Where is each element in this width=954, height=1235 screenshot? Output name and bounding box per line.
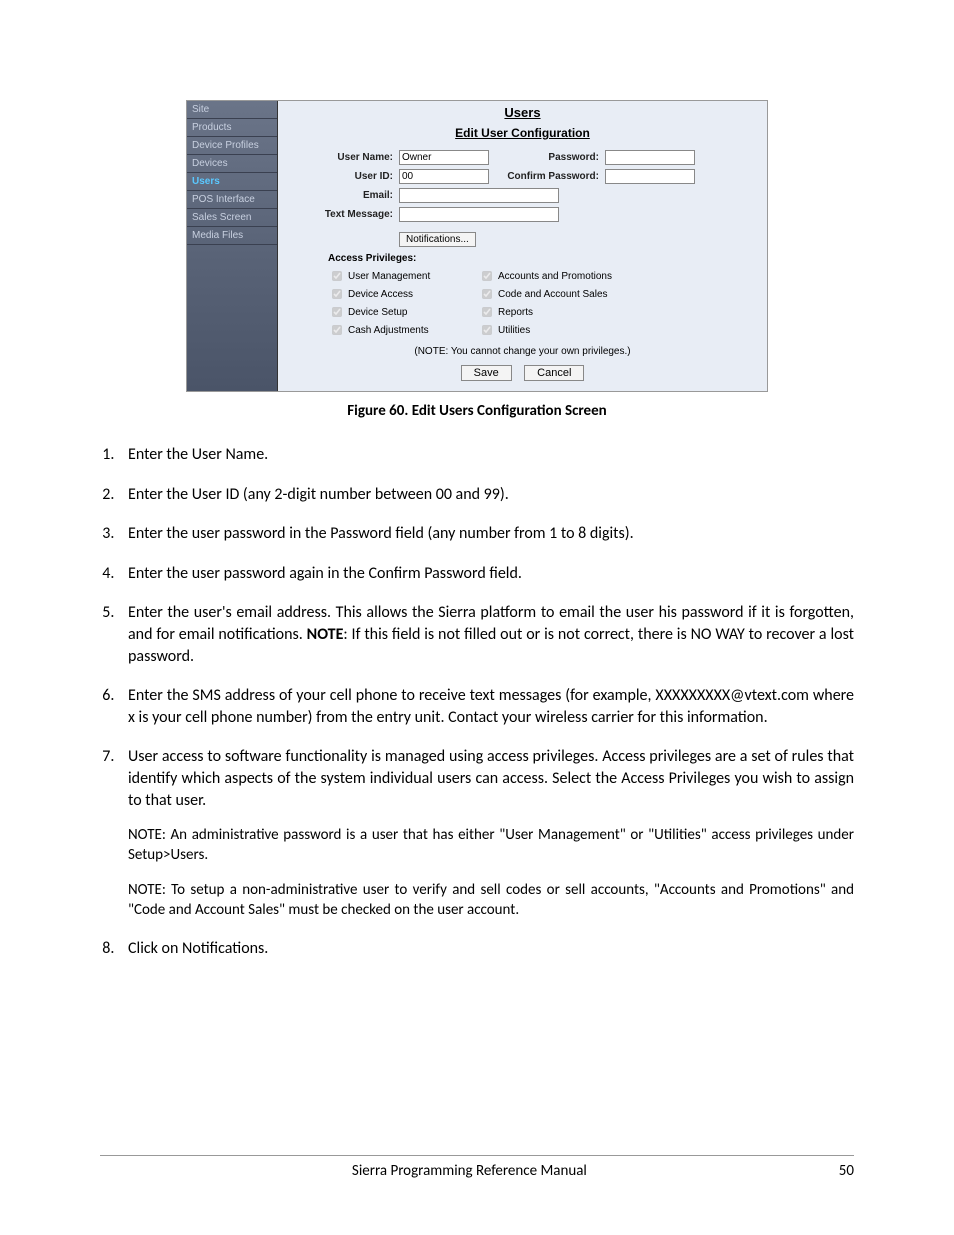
sidebar-item-devices[interactable]: Devices — [187, 155, 277, 173]
userid-field[interactable] — [399, 169, 489, 184]
label-password: Password: — [489, 152, 605, 163]
priv-utilities[interactable] — [482, 325, 492, 335]
priv-device-setup[interactable] — [332, 307, 342, 317]
pane-subtitle: Edit User Configuration — [288, 126, 757, 140]
step-4: Enter the user password again in the Con… — [118, 563, 854, 585]
priv-label: Device Setup — [348, 307, 407, 318]
priv-label: Utilities — [498, 325, 530, 336]
step-7: User access to software functionality is… — [118, 746, 854, 920]
cancel-button[interactable]: Cancel — [524, 365, 584, 381]
priv-label: Device Access — [348, 289, 413, 300]
label-userid: User ID: — [288, 171, 399, 182]
sidebar-item-device-profiles[interactable]: Device Profiles — [187, 137, 277, 155]
priv-label: Code and Account Sales — [498, 289, 608, 300]
label-email: Email: — [288, 190, 399, 201]
footer-page-number: 50 — [839, 1162, 854, 1180]
step-3: Enter the user password in the Password … — [118, 523, 854, 545]
priv-reports[interactable] — [482, 307, 492, 317]
priv-code-account-sales[interactable] — [482, 289, 492, 299]
access-privileges-label: Access Privileges: — [328, 253, 757, 264]
label-confirm-password: Confirm Password: — [489, 171, 605, 182]
sidebar-item-sales-screen[interactable]: Sales Screen — [187, 209, 277, 227]
username-field[interactable] — [399, 150, 489, 165]
confirm-password-field[interactable] — [605, 169, 695, 184]
sidebar-item-media-files[interactable]: Media Files — [187, 227, 277, 245]
sidebar-item-products[interactable]: Products — [187, 119, 277, 137]
pane-title: Users — [288, 105, 757, 120]
step-1: Enter the User Name. — [118, 444, 854, 466]
priv-label: User Management — [348, 271, 430, 282]
priv-accounts-promotions[interactable] — [482, 271, 492, 281]
priv-label: Cash Adjustments — [348, 325, 429, 336]
figure-caption: Figure 60. Edit Users Configuration Scre… — [100, 402, 854, 420]
priv-user-management[interactable] — [332, 271, 342, 281]
footer-title: Sierra Programming Reference Manual — [100, 1162, 839, 1180]
priv-device-access[interactable] — [332, 289, 342, 299]
save-button[interactable]: Save — [461, 365, 512, 381]
text-message-field[interactable] — [399, 207, 559, 222]
page-footer: Sierra Programming Reference Manual 50 — [100, 1155, 854, 1180]
priv-cash-adjustments[interactable] — [332, 325, 342, 335]
figure-screenshot: Site Products Device Profiles Devices Us… — [186, 100, 768, 392]
step-2: Enter the User ID (any 2-digit number be… — [118, 484, 854, 506]
content-pane: Users Edit User Configuration User Name:… — [278, 101, 767, 391]
label-username: User Name: — [288, 152, 399, 163]
app-sidebar: Site Products Device Profiles Devices Us… — [187, 101, 278, 391]
step-6: Enter the SMS address of your cell phone… — [118, 685, 854, 728]
sidebar-item-site[interactable]: Site — [187, 101, 277, 119]
priv-label: Reports — [498, 307, 533, 318]
step-8: Click on Notifications. — [118, 938, 854, 960]
privileges-note: (NOTE: You cannot change your own privil… — [288, 346, 757, 357]
notifications-button[interactable]: Notifications... — [399, 232, 476, 247]
priv-label: Accounts and Promotions — [498, 271, 612, 282]
label-text-message: Text Message: — [288, 209, 399, 220]
step-5: Enter the user's email address. This all… — [118, 602, 854, 667]
instruction-list: Enter the User Name. Enter the User ID (… — [118, 444, 854, 960]
email-field[interactable] — [399, 188, 559, 203]
password-field[interactable] — [605, 150, 695, 165]
sidebar-item-users[interactable]: Users — [187, 173, 277, 191]
sidebar-item-pos-interface[interactable]: POS Interface — [187, 191, 277, 209]
